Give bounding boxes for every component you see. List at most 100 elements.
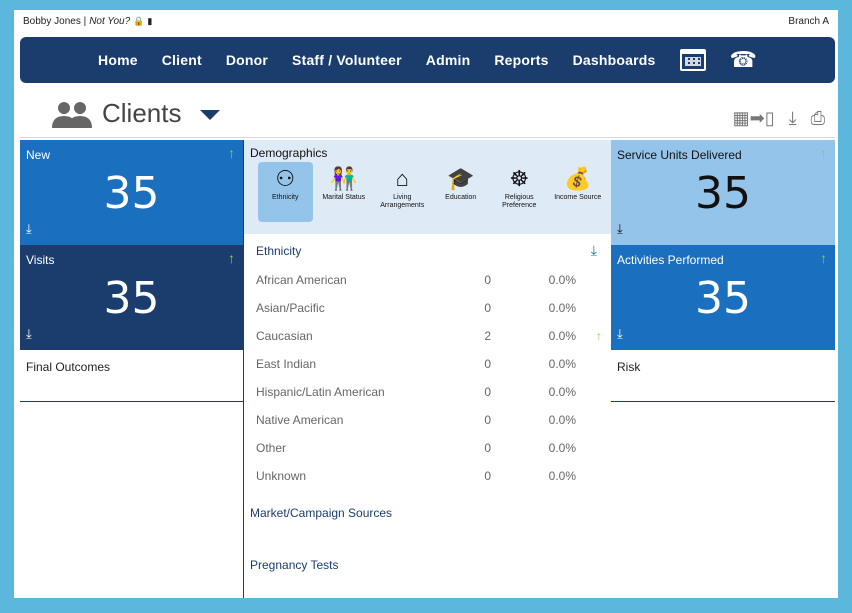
app-frame: Bobby Jones | Not You? 🔒 ▮ Branch A Home… <box>14 10 838 598</box>
page-header: Clients ▦➡▯ ⤓ ⎙ <box>20 88 835 138</box>
download-icon[interactable]: ⤓ <box>26 221 32 237</box>
ethnicity-name: Asian/Pacific <box>256 301 325 315</box>
ethnicity-name: Caucasian <box>256 329 313 343</box>
nav-admin[interactable]: Admin <box>426 52 471 68</box>
category-label: Living Arrangements <box>380 194 425 209</box>
ethnicity-percent: 0.0% <box>548 441 576 455</box>
category-ethnicity[interactable]: ⚇ Ethnicity <box>258 162 313 222</box>
middle-column: Demographics ⚇ Ethnicity 👫 Marital Statu… <box>244 140 611 598</box>
ethnicity-count: 0 <box>484 301 491 315</box>
nav-staff-volunteer[interactable]: Staff / Volunteer <box>292 52 402 68</box>
table-row: Native American 0 0.0% <box>244 406 611 434</box>
ethnicity-icon: ⚇ <box>275 166 296 191</box>
table-row: Other 0 0.0% <box>244 434 611 462</box>
table-row: Asian/Pacific 0 0.0% <box>244 294 611 322</box>
download-icon[interactable]: ⤓ <box>26 326 32 342</box>
ethnicity-table: African American 0 0.0% Asian/Pacific 0 0.0% C… <box>244 266 611 490</box>
page-title: Clients <box>102 98 182 128</box>
download-icon[interactable]: ⤓ <box>617 326 623 342</box>
category-income-source[interactable]: 💰 Income Source <box>551 162 606 222</box>
ethnicity-percent: 0.0% <box>548 413 576 427</box>
risk-section[interactable]: Risk <box>611 350 835 402</box>
tile-value: 35 <box>695 168 751 219</box>
category-education[interactable]: 🎓 Education <box>434 162 489 222</box>
left-column: New ↑ 35 ⤓ Visits ↑ 35 ⤓ Final Outcomes <box>20 140 244 598</box>
living-arrangements-icon: ⌂ <box>395 166 409 191</box>
nav-home[interactable]: Home <box>98 52 138 68</box>
nav-client[interactable]: Client <box>162 52 202 68</box>
tile-new[interactable]: New ↑ 35 ⤓ <box>20 140 243 245</box>
arrow-up-icon: ↑ <box>820 145 827 161</box>
tile-service-units-delivered[interactable]: Service Units Delivered ↑ 35 ⤓ <box>611 140 835 245</box>
ethnicity-percent: 0.0% <box>548 301 576 315</box>
ethnicity-count: 2 <box>484 329 491 343</box>
user-name: Bobby Jones | <box>23 15 87 27</box>
briefcase-icon[interactable]: ▮ <box>147 16 152 27</box>
lock-icon[interactable]: 🔒 <box>133 16 144 27</box>
arrow-up-icon: ↑ <box>596 329 602 343</box>
tile-label: Service Units Delivered <box>617 148 742 162</box>
category-marital-status[interactable]: 👫 Marital Status <box>317 162 372 222</box>
ethnicity-percent: 0.0% <box>548 329 576 343</box>
table-row: African American 0 0.0% <box>244 266 611 294</box>
people-icon <box>52 102 92 128</box>
demographics-panel: Demographics ⚇ Ethnicity 👫 Marital Statu… <box>244 140 611 234</box>
ethnicity-name: Unknown <box>256 469 307 483</box>
nav-dashboards[interactable]: Dashboards <box>573 52 656 68</box>
ethnicity-count: 0 <box>484 357 491 371</box>
table-row: Hispanic/Latin American 0 0.0% <box>244 378 611 406</box>
tile-value: 35 <box>695 273 751 324</box>
market-campaign-sources-link[interactable]: Market/Campaign Sources <box>244 506 611 520</box>
category-label: Marital Status <box>322 194 366 201</box>
phone-icon[interactable]: ☎ <box>730 47 757 73</box>
table-row: East Indian 0 0.0% <box>244 350 611 378</box>
ethnicity-header: Ethnicity ⤓ <box>244 234 611 266</box>
ethnicity-percent: 0.0% <box>548 385 576 399</box>
table-row: Unknown 0 0.0% <box>244 462 611 490</box>
pregnancy-tests-link[interactable]: Pregnancy Tests <box>244 558 611 572</box>
download-icon[interactable]: ⤓ <box>591 242 597 259</box>
arrow-up-icon: ↑ <box>820 250 827 266</box>
category-label: Income Source <box>554 194 602 201</box>
final-outcomes-section[interactable]: Final Outcomes <box>20 350 243 402</box>
download-icon[interactable]: ⤓ <box>617 221 623 237</box>
download-icon[interactable]: ⤓ <box>789 108 797 129</box>
ethnicity-title: Ethnicity <box>256 244 302 258</box>
tile-value: 35 <box>103 168 160 219</box>
ethnicity-count: 0 <box>484 469 491 483</box>
category-label: Religious Preference <box>502 194 537 209</box>
tile-label: Visits <box>26 253 55 267</box>
ethnicity-percent: 0.0% <box>548 273 576 287</box>
ethnicity-name: African American <box>256 273 347 287</box>
table-row: Caucasian 2 0.0% ↑ <box>244 322 611 350</box>
header-tools: ▦➡▯ ⤓ ⎙ <box>733 108 825 129</box>
ethnicity-percent: 0.0% <box>548 357 576 371</box>
ethnicity-name: Native American <box>256 413 344 427</box>
tile-visits[interactable]: Visits ↑ 35 ⤓ <box>20 245 243 350</box>
tile-label: Activities Performed <box>617 253 724 267</box>
ethnicity-percent: 0.0% <box>548 469 576 483</box>
demographics-categories: ⚇ Ethnicity 👫 Marital Status ⌂ Living Ar… <box>258 162 605 222</box>
tile-activities-performed[interactable]: Activities Performed ↑ 35 ⤓ <box>611 245 835 350</box>
ethnicity-name: Other <box>256 441 287 455</box>
main-nav: Home Client Donor Staff / Volunteer Admi… <box>20 37 835 83</box>
print-icon[interactable]: ⎙ <box>811 108 825 129</box>
religious-preference-icon: ☸ <box>509 166 530 191</box>
calendar-icon[interactable] <box>679 49 706 71</box>
clients-dropdown-caret[interactable] <box>200 110 220 120</box>
tile-label: New <box>26 148 51 162</box>
nav-donor[interactable]: Donor <box>226 52 268 68</box>
not-you-link[interactable]: Not You? <box>89 16 130 27</box>
right-column: Service Units Delivered ↑ 35 ⤓ Activitie… <box>611 140 835 598</box>
category-religious-preference[interactable]: ☸ Religious Preference <box>492 162 547 222</box>
category-living-arrangements[interactable]: ⌂ Living Arrangements <box>375 162 430 222</box>
nav-reports[interactable]: Reports <box>494 52 548 68</box>
ethnicity-count: 0 <box>484 413 491 427</box>
tile-value: 35 <box>103 273 160 324</box>
category-label: Education <box>445 194 477 201</box>
education-icon: 🎓 <box>447 166 475 191</box>
ethnicity-name: East Indian <box>256 357 317 371</box>
arrow-up-icon: ↑ <box>228 145 235 161</box>
calendar-export-icon[interactable]: ▦➡▯ <box>733 108 775 129</box>
ethnicity-count: 0 <box>484 385 491 399</box>
